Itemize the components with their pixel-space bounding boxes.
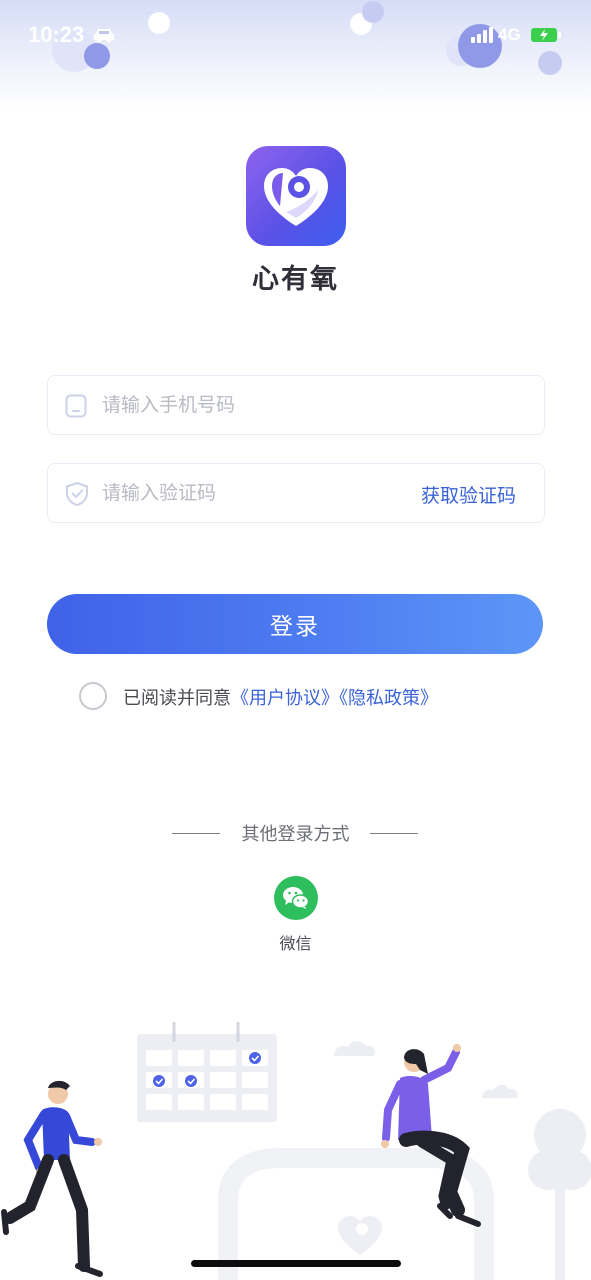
code-field[interactable]: 获取验证码 bbox=[47, 463, 545, 523]
get-code-button[interactable]: 获取验证码 bbox=[421, 481, 516, 508]
phone-input[interactable] bbox=[102, 376, 402, 434]
network-type: 4G bbox=[498, 25, 521, 44]
signal-icon bbox=[470, 26, 494, 48]
footer-illustration bbox=[1, 1022, 591, 1280]
agreement-checkbox[interactable] bbox=[79, 682, 107, 710]
app-name: 心有氧 bbox=[252, 264, 339, 295]
user-agreement-link[interactable]: 《用户协议》 bbox=[231, 688, 339, 709]
phone-icon bbox=[64, 393, 88, 423]
agreement-text: 已阅读并同意《用户协议》《隐私政策》 bbox=[123, 684, 438, 710]
heart-logo-icon bbox=[264, 168, 328, 226]
phone-field[interactable] bbox=[47, 375, 545, 435]
divider-line bbox=[172, 833, 220, 834]
wechat-login-button[interactable] bbox=[274, 876, 318, 920]
privacy-policy-link[interactable]: 《隐私政策》 bbox=[339, 688, 438, 709]
code-input[interactable] bbox=[102, 464, 382, 522]
shield-icon bbox=[64, 481, 90, 511]
running-person-illustration bbox=[1, 1080, 103, 1277]
other-login-title: 其他登录方式 bbox=[241, 824, 350, 845]
battery-charging-icon bbox=[530, 27, 562, 47]
sitting-person-illustration bbox=[381, 1044, 481, 1227]
app-logo bbox=[246, 146, 346, 246]
wechat-icon bbox=[283, 887, 310, 909]
car-icon bbox=[92, 26, 116, 48]
calendar-illustration bbox=[137, 1022, 277, 1122]
agreement-prefix: 已阅读并同意 bbox=[123, 688, 231, 709]
status-time: 10:23 bbox=[28, 22, 85, 47]
other-login-divider: 其他登录方式 bbox=[0, 820, 591, 846]
home-indicator[interactable] bbox=[191, 1260, 401, 1267]
status-bar: 10:23 4G bbox=[0, 0, 591, 72]
wechat-label: 微信 bbox=[279, 934, 312, 953]
divider-line bbox=[370, 833, 418, 834]
login-button[interactable]: 登录 bbox=[47, 594, 543, 654]
